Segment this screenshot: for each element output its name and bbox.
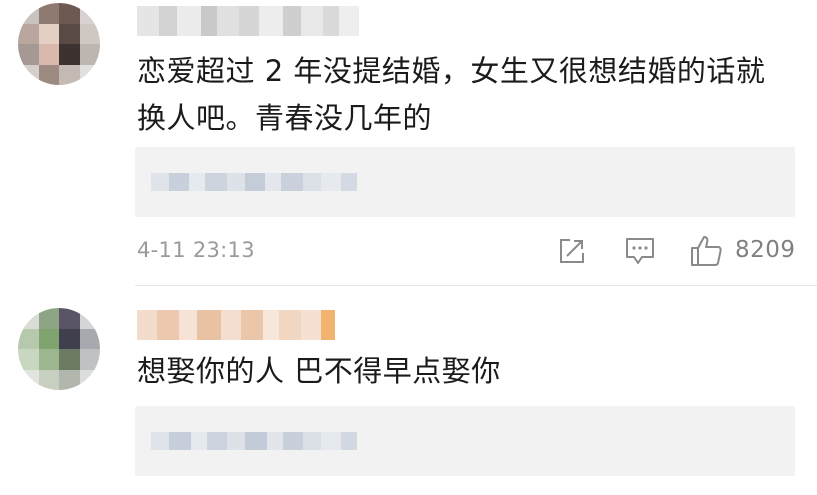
like-count: 8209	[735, 237, 796, 263]
author-name[interactable]	[137, 310, 335, 340]
thumbs-up-icon[interactable]	[690, 234, 724, 268]
comment-text: 恋爱超过 2 年没提结婚，女生又很想结婚的话就 换人吧。青春没几年的	[137, 48, 765, 142]
reply-preview-text	[151, 173, 357, 191]
reply-preview[interactable]	[135, 147, 795, 217]
comment-text-line: 恋爱超过 2 年没提结婚，女生又很想结婚的话就	[137, 54, 766, 88]
comment-text-line: 想娶你的人 巴不得早点娶你	[137, 354, 501, 388]
share-icon[interactable]	[557, 236, 587, 266]
comment-icon[interactable]	[624, 236, 656, 266]
avatar[interactable]	[18, 308, 100, 390]
timestamp: 4-11 23:13	[137, 238, 255, 262]
reply-preview[interactable]	[135, 406, 795, 476]
comment-text: 想娶你的人 巴不得早点娶你	[137, 348, 501, 395]
comment-item: 想娶你的人 巴不得早点娶你	[0, 286, 817, 495]
comment-meta: 4-11 23:13 8209	[0, 232, 817, 272]
reply-preview-text	[151, 432, 357, 450]
avatar[interactable]	[18, 3, 100, 85]
author-name[interactable]	[137, 6, 359, 36]
comment-text-line: 换人吧。青春没几年的	[137, 101, 433, 135]
comment-item: 恋爱超过 2 年没提结婚，女生又很想结婚的话就 换人吧。青春没几年的 4-11 …	[0, 0, 817, 285]
